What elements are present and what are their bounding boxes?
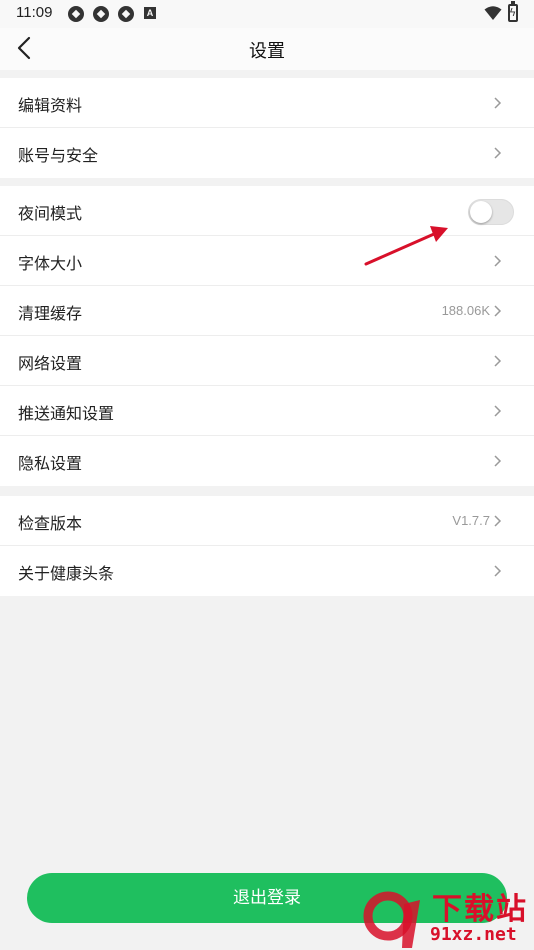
- chevron-right-icon: [494, 305, 502, 317]
- watermark-logo-icon: [363, 891, 420, 948]
- chevron-right-icon: [494, 255, 502, 267]
- settings-item-label: 检查版本: [18, 514, 83, 533]
- settings-group-about: 检查版本 V1.7.7 关于健康头条: [0, 496, 534, 596]
- settings-item-label: 字体大小: [18, 254, 83, 273]
- settings-item-network[interactable]: 网络设置: [0, 336, 534, 386]
- status-bar: 11:09 A ϟ: [0, 0, 534, 28]
- settings-app-icon: [93, 6, 109, 22]
- chevron-right-icon: [494, 405, 502, 417]
- settings-item-privacy[interactable]: 隐私设置: [0, 436, 534, 486]
- version-value: V1.7.7: [452, 513, 490, 528]
- cache-size-value: 188.06K: [441, 303, 490, 318]
- settings-item-label: 账号与安全: [18, 146, 99, 165]
- watermark-title: 下载站: [432, 892, 528, 927]
- settings-item-clear-cache[interactable]: 清理缓存 188.06K: [0, 286, 534, 336]
- watermark-url: 91xz.net: [430, 924, 517, 945]
- settings-item-account-security[interactable]: 账号与安全: [0, 128, 534, 178]
- chevron-right-icon: [494, 355, 502, 367]
- annotation-arrow-icon: [364, 226, 448, 266]
- settings-app-icon: [68, 6, 84, 22]
- settings-app-icon: [118, 6, 134, 22]
- status-time: 11:09: [16, 4, 53, 21]
- settings-item-label: 推送通知设置: [18, 404, 115, 423]
- chevron-right-icon: [494, 147, 502, 159]
- settings-item-label: 夜间模式: [18, 204, 83, 223]
- watermark: 下载站 91xz.net: [362, 884, 534, 950]
- header: 设置: [0, 28, 534, 70]
- settings-item-label: 关于健康头条: [18, 564, 115, 583]
- settings-item-push-notifications[interactable]: 推送通知设置: [0, 386, 534, 436]
- battery-icon: ϟ: [508, 1, 518, 22]
- chevron-right-icon: [494, 515, 502, 527]
- page-title: 设置: [249, 41, 285, 62]
- a-icon: A: [144, 7, 156, 19]
- settings-item-about[interactable]: 关于健康头条: [0, 546, 534, 596]
- chevron-right-icon: [494, 565, 502, 577]
- settings-item-check-version[interactable]: 检查版本 V1.7.7: [0, 496, 534, 546]
- wifi-icon: [484, 6, 502, 20]
- settings-item-label: 网络设置: [18, 354, 83, 373]
- toggle-knob: [470, 201, 492, 223]
- settings-group-account: 编辑资料 账号与安全: [0, 78, 534, 178]
- settings-item-label: 编辑资料: [18, 96, 83, 115]
- settings-item-label: 隐私设置: [18, 454, 83, 473]
- settings-item-label: 清理缓存: [18, 304, 83, 323]
- night-mode-toggle[interactable]: [468, 199, 514, 225]
- chevron-right-icon: [494, 97, 502, 109]
- settings-item-edit-profile[interactable]: 编辑资料: [0, 78, 534, 128]
- chevron-right-icon: [494, 455, 502, 467]
